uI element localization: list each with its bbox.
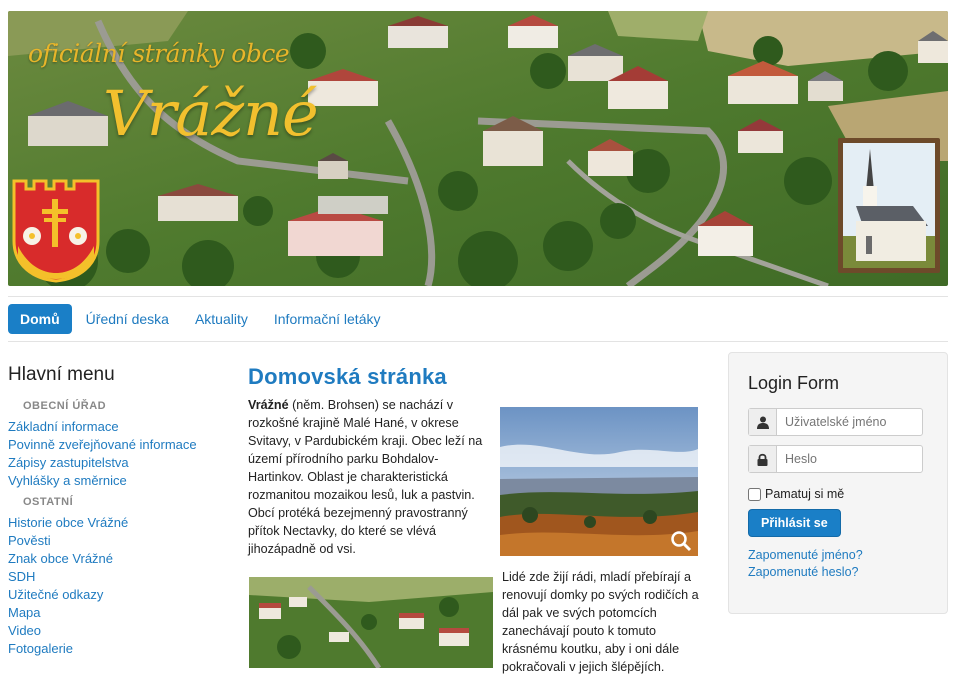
coat-of-arms-icon xyxy=(12,179,100,283)
intro-paragraph: Vrážné (něm. Brohsen) se nachází v rozko… xyxy=(248,396,493,558)
login-form: Login Form Pamatuj si mě Přihlásit se Za… xyxy=(728,352,948,614)
nav-item-home[interactable]: Domů xyxy=(8,304,72,334)
forgot-username-link[interactable]: Zapomenuté jméno? xyxy=(748,547,928,564)
user-icon xyxy=(749,409,777,435)
landscape-photo[interactable] xyxy=(500,407,698,556)
nav-item-news[interactable]: Aktuality xyxy=(183,304,260,334)
menu-link-useful-links[interactable]: Užitečné odkazy xyxy=(8,586,228,604)
divider xyxy=(8,296,948,297)
menu-section-other: OSTATNÍ xyxy=(23,496,74,508)
menu-link-gallery[interactable]: Fotogalerie xyxy=(8,640,228,658)
main-navigation: Domů Úřední deska Aktuality Informační l… xyxy=(8,304,394,334)
zoom-icon[interactable] xyxy=(670,530,692,552)
menu-link-basic-info[interactable]: Základní informace xyxy=(8,418,228,436)
remember-me-label: Pamatuj si mě xyxy=(765,487,845,501)
password-input[interactable] xyxy=(777,446,922,472)
page-title: Domovská stránka xyxy=(248,364,447,389)
menu-title: Hlavní menu xyxy=(8,364,115,385)
login-button[interactable]: Přihlásit se xyxy=(748,509,841,537)
username-field xyxy=(748,408,923,436)
nav-item-leaflets[interactable]: Informační letáky xyxy=(262,304,393,334)
menu-link-legends[interactable]: Pověsti xyxy=(8,532,228,550)
menu-section-office: OBECNÍ ÚŘAD xyxy=(23,400,107,412)
menu-link-history[interactable]: Historie obce Vrážné xyxy=(8,514,228,532)
menu-link-map[interactable]: Mapa xyxy=(8,604,228,622)
aerial-photo[interactable] xyxy=(249,577,493,668)
second-paragraph: Lidé zde žijí rádi, mladí přebírají a re… xyxy=(502,570,699,674)
forgot-password-link[interactable]: Zapomenuté heslo? xyxy=(748,564,928,581)
remember-me-checkbox[interactable] xyxy=(748,487,761,501)
menu-link-sdh[interactable]: SDH xyxy=(8,568,228,586)
header-banner: oficiální stránky obce Vrážné xyxy=(8,11,948,286)
divider xyxy=(8,341,948,342)
village-name: Vrážné xyxy=(248,398,289,412)
password-field xyxy=(748,445,923,473)
menu-link-coat-of-arms[interactable]: Znak obce Vrážné xyxy=(8,550,228,568)
menu-link-mandatory-info[interactable]: Povinně zveřejňované informace xyxy=(8,436,228,454)
lock-icon xyxy=(749,446,777,472)
chapel-icon xyxy=(838,138,940,273)
menu-link-decrees[interactable]: Vyhlášky a směrnice xyxy=(8,472,228,490)
site-title: Vrážné xyxy=(103,77,319,150)
menu-link-council-minutes[interactable]: Zápisy zastupitelstva xyxy=(8,454,228,472)
site-tagline: oficiální stránky obce xyxy=(28,39,290,68)
remember-me: Pamatuj si mě xyxy=(748,487,928,501)
main-content: Domovská stránka xyxy=(248,364,708,400)
login-title: Login Form xyxy=(748,373,840,393)
intro-text: (něm. Brohsen) se nachází v rozkošné kra… xyxy=(248,398,483,556)
username-input[interactable] xyxy=(777,409,922,435)
nav-item-notice-board[interactable]: Úřední deska xyxy=(74,304,181,334)
sidebar-main-menu: Hlavní menu OBECNÍ ÚŘAD Základní informa… xyxy=(8,364,228,658)
menu-link-video[interactable]: Video xyxy=(8,622,228,640)
